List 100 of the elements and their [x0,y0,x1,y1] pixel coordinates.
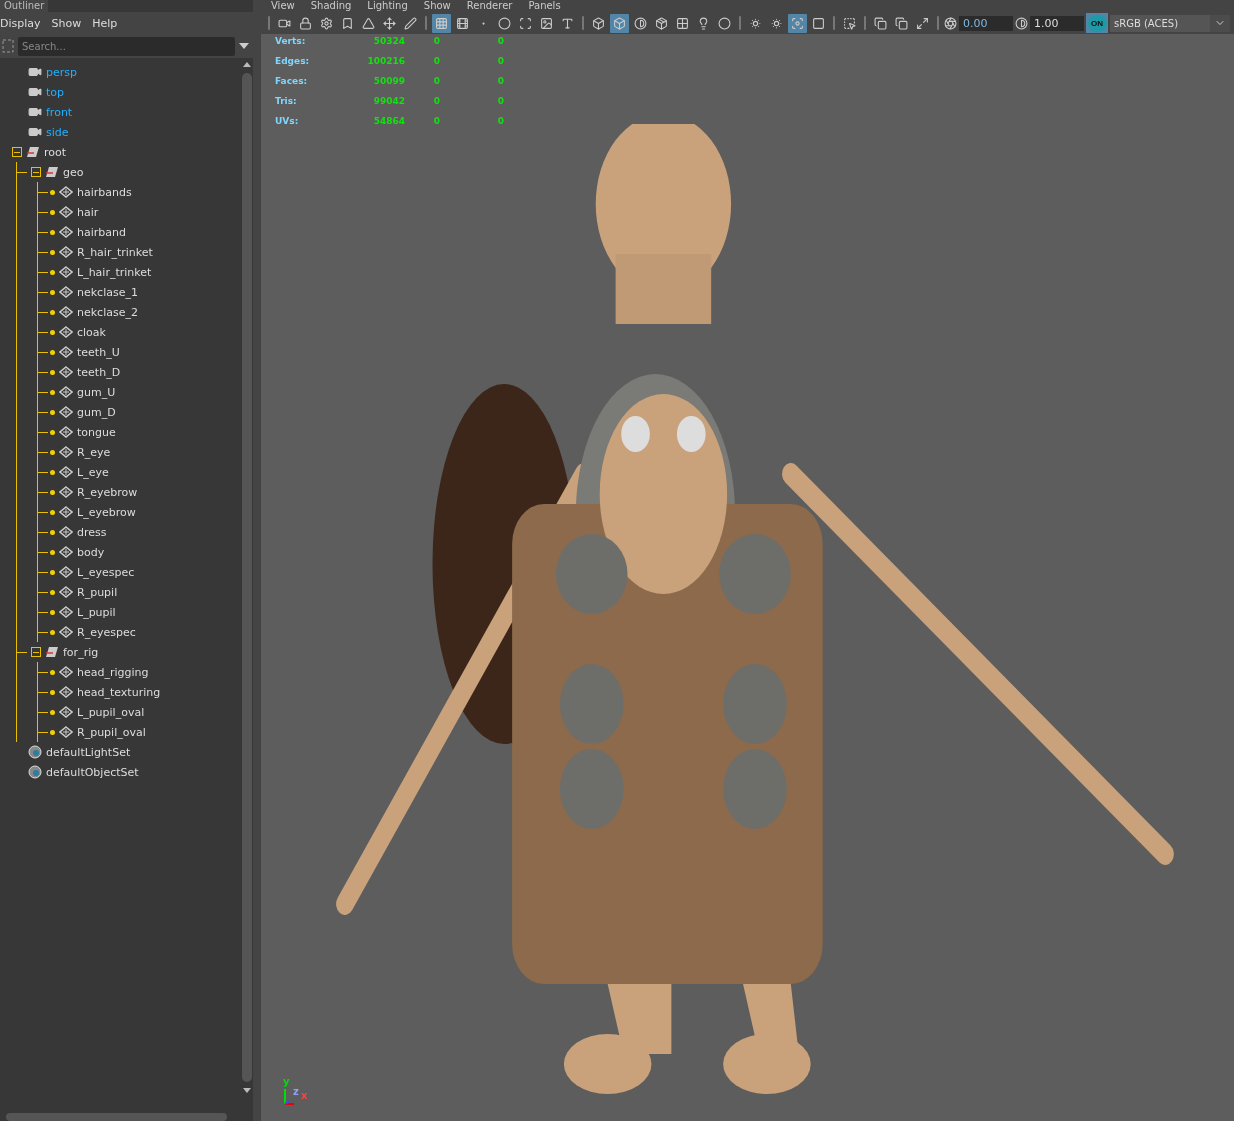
camera-icon [28,105,42,119]
mesh-icon [59,226,73,238]
outliner-item[interactable]: teeth_D [77,365,121,379]
outliner-item[interactable]: dress [77,525,107,539]
outliner-item[interactable]: gum_D [77,405,116,419]
stat-label: Verts: [275,36,307,48]
mesh-icon [59,326,73,338]
toolbar-button[interactable] [610,13,629,33]
dropdown-arrow-icon[interactable] [239,43,249,49]
expand-toggle[interactable] [12,147,22,157]
outliner-item[interactable]: persp [46,65,77,79]
outliner-item[interactable]: hairbands [77,185,132,199]
pen-icon [404,16,417,30]
outliner-item[interactable]: front [46,105,73,119]
mesh-icon [59,706,73,718]
mesh-icon [59,386,73,398]
toolbar-button[interactable] [788,13,807,33]
set-icon [28,765,42,779]
axis-label: y [283,1077,290,1087]
focus-icon [791,16,804,30]
outliner-item[interactable]: tongue [77,425,116,439]
square-icon [812,16,825,30]
stat-label: Faces: [275,76,309,88]
menu-item[interactable]: Shading [310,0,352,12]
outliner-item[interactable]: head_texturing [77,685,161,699]
circle-icon [718,16,731,30]
outliner-item[interactable]: R_eyespec [77,625,136,639]
outliner-item[interactable]: L_eye [77,465,109,479]
outliner-item[interactable]: L_pupil_oval [77,705,145,719]
view-transform-dropdown[interactable]: sRGB (ACES) [1110,14,1230,32]
outliner-item[interactable]: nekclase_1 [77,285,138,299]
outliner-item[interactable]: geo [63,165,84,179]
transform-icon [26,146,40,158]
expand-toggle[interactable] [31,647,41,657]
scroll-up-arrow-icon[interactable] [243,62,251,67]
outliner-item[interactable]: body [77,545,105,559]
mesh-icon [59,566,73,578]
outliner-item[interactable]: cloak [77,325,106,339]
menu-item[interactable]: Show [423,0,451,12]
outliner-item[interactable]: hairband [77,225,126,239]
axis-label: x [301,1091,308,1101]
search-field[interactable]: Search... [18,36,235,56]
horizontal-scrollbar[interactable] [6,1113,227,1121]
mesh-icon [59,186,73,198]
gamma-field[interactable]: 1.00 [1030,15,1084,31]
outliner-item[interactable]: R_pupil_oval [77,725,146,739]
outliner-item[interactable]: gum_U [77,385,116,399]
outliner-item[interactable]: hair [77,205,99,219]
outliner-item[interactable]: R_pupil [77,585,118,599]
mesh-icon [59,586,73,598]
menu-item[interactable]: Panels [528,0,561,12]
color-management-toggle[interactable]: ON [1086,13,1108,33]
mesh-icon [59,346,73,358]
image-icon [540,16,553,30]
mesh-icon [59,206,73,218]
outliner-item[interactable]: L_eyespec [77,565,135,579]
outliner-item[interactable]: R_hair_trinket [77,245,153,259]
outliner-item[interactable]: head_rigging [77,665,149,679]
stat-value: 0 [432,36,442,48]
axis-label: z [293,1087,299,1097]
outliner-item[interactable]: side [46,125,69,139]
outliner-item[interactable]: top [46,85,65,99]
panel-title: Outliner [0,0,49,12]
maximize-icon [916,16,929,30]
menu-item[interactable]: Lighting [367,0,408,12]
outliner-item[interactable]: R_eyebrow [77,485,138,499]
toolbar-button[interactable] [432,13,451,33]
outliner-item[interactable]: L_pupil [77,605,116,619]
menu-item[interactable]: Renderer [466,0,513,12]
mesh-icon [59,286,73,298]
mesh-icon [59,666,73,678]
scroll-down-arrow-icon[interactable] [243,1088,251,1093]
stat-value: 0 [432,96,442,108]
outliner-item[interactable]: teeth_U [77,345,120,359]
mesh-icon [59,686,73,698]
expand-toggle[interactable] [31,167,41,177]
outliner-item[interactable]: defaultObjectSet [46,765,139,779]
exposure-field[interactable]: 0.00 [959,15,1013,31]
outliner-item[interactable]: nekclase_2 [77,305,138,319]
stat-value: 0 [432,76,442,88]
copy-icon [895,16,908,30]
stat-value: 50099 [372,76,405,88]
mesh-icon [59,426,73,438]
menu-item[interactable]: View [271,0,295,12]
stat-value: 100216 [366,56,405,68]
menu-item[interactable]: Show [51,16,93,30]
outliner-item[interactable]: R_eye [77,445,111,459]
mesh-icon [59,626,73,638]
outliner-item[interactable]: root [44,145,67,159]
bookmark-icon [341,16,354,30]
outliner-item[interactable]: L_eyebrow [77,505,136,519]
outliner-item[interactable]: defaultLightSet [46,745,131,759]
menu-item[interactable]: Display [0,16,52,30]
outliner-item[interactable]: L_hair_trinket [77,265,152,279]
text-icon [561,16,574,30]
outliner-item[interactable]: for_rig [63,645,99,659]
sun-icon [749,16,762,30]
cube-icon [592,16,605,30]
menu-item[interactable]: Help [92,16,129,30]
contrast-icon [634,16,647,30]
